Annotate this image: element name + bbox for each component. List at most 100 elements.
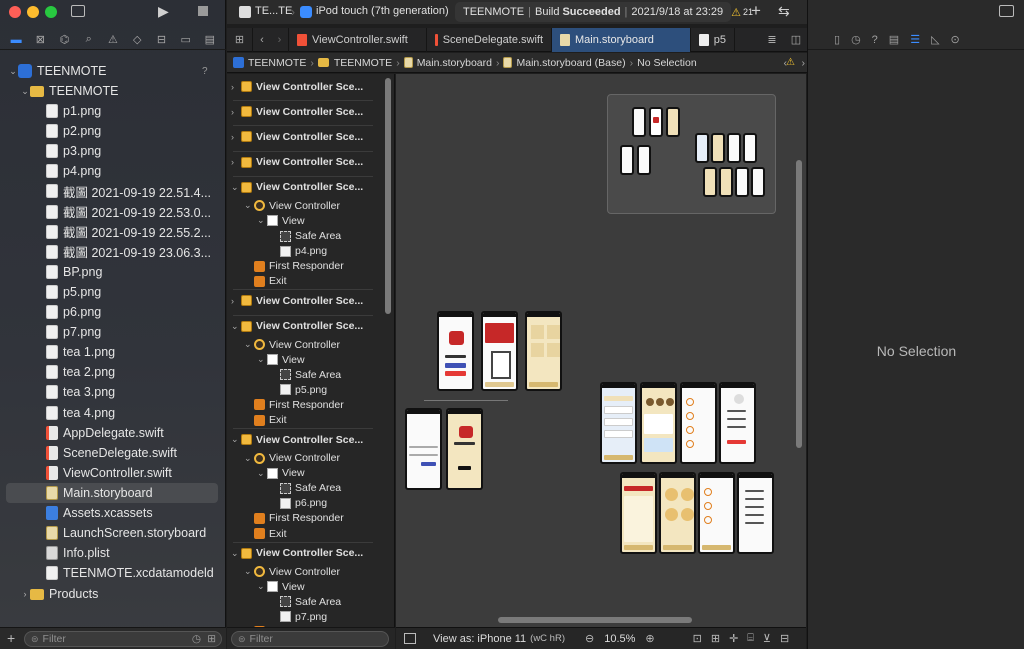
jump-localization[interactable]: Main.storyboard (Base) — [516, 57, 625, 69]
zoom-window-button[interactable] — [45, 6, 57, 18]
chevron-down-icon[interactable]: ⌄ — [257, 468, 267, 479]
zoom-out-icon[interactable]: ⊖ — [585, 632, 594, 645]
scene-tea-4[interactable] — [737, 472, 774, 554]
file-item[interactable]: AppDelegate.swift — [0, 423, 226, 443]
scene-tea-3[interactable] — [698, 472, 735, 554]
canvas-overview[interactable] — [607, 94, 776, 214]
file-item[interactable]: p1.png — [0, 101, 226, 121]
stop-button[interactable] — [198, 6, 208, 16]
folder-icon[interactable]: ▬ — [10, 34, 22, 46]
chevron-down-icon[interactable]: ⌄ — [8, 66, 18, 77]
stack-icon[interactable]: ⊞ — [711, 632, 720, 645]
jump-file[interactable]: Main.storyboard — [417, 57, 492, 69]
outline-filter-input[interactable]: ⊜ Filter — [231, 631, 389, 647]
chevron-down-icon[interactable]: ⌄ — [231, 434, 241, 445]
scene-tea-menu[interactable] — [640, 382, 677, 464]
view-as-label[interactable]: View as: iPhone 11 — [433, 633, 526, 645]
outline-view-controller[interactable]: ⌄ View Controller — [244, 337, 340, 352]
history-icon[interactable]: ◷ — [851, 33, 861, 46]
chevron-right-icon[interactable]: › — [231, 107, 241, 117]
embed-icon[interactable]: ⊟ — [780, 632, 789, 645]
pin-icon[interactable]: ⌸ — [747, 632, 754, 645]
recent-icon[interactable]: ◷ — [192, 633, 201, 645]
chevron-down-icon[interactable]: ⌄ — [231, 182, 241, 193]
file-item[interactable]: tea 2.png — [0, 362, 226, 382]
outline-scene[interactable]: › View Controller Sce... — [231, 129, 363, 144]
file-item[interactable]: p6.png — [0, 302, 226, 322]
outline-view[interactable]: ⌄ View — [257, 213, 305, 228]
file-item[interactable]: Main.storyboard — [6, 482, 218, 503]
outline-view-controller[interactable]: ⌄ View Controller — [244, 198, 340, 213]
chevron-down-icon[interactable]: ⌄ — [244, 339, 254, 350]
report-icon[interactable]: ▤ — [204, 34, 216, 46]
chevron-down-icon[interactable]: ⌄ — [20, 86, 30, 97]
file-item[interactable]: TEENMOTE.xcdatamodeld — [0, 563, 226, 583]
tab-scenedelegate-swift[interactable]: SceneDelegate.swift — [427, 27, 552, 52]
scene-teenmote[interactable] — [446, 408, 483, 490]
jump-project[interactable]: TEENMOTE — [248, 57, 306, 69]
device-selector[interactable]: iPod touch (7th generation) — [316, 5, 449, 17]
outline-scene[interactable]: › View Controller Sce... — [231, 79, 363, 94]
scene-tea-2[interactable] — [659, 472, 696, 554]
jump-selection[interactable]: No Selection — [637, 57, 697, 69]
file-item[interactable]: 截圖 2021-09-19 23.06.3... — [0, 242, 226, 262]
chevron-right-icon[interactable]: › — [231, 132, 241, 142]
outline-scene[interactable]: ⌄ View Controller Sce... — [231, 432, 363, 447]
file-item[interactable]: Assets.xcassets — [0, 503, 226, 523]
outline-first-responder[interactable]: First Responder — [244, 259, 344, 274]
outline-scene[interactable]: › View Controller Sce... — [231, 155, 363, 170]
scene-list[interactable] — [600, 382, 637, 464]
chevron-right-icon[interactable]: › — [231, 82, 241, 92]
find-icon[interactable]: ⌕ — [83, 33, 95, 46]
outline-safe-area[interactable]: Safe Area — [270, 594, 341, 609]
next-issue-icon[interactable]: › — [802, 57, 806, 69]
group-teenmote[interactable]: ⌄ TEENMOTE — [0, 81, 226, 101]
grid-icon[interactable]: ⊞ — [227, 27, 253, 52]
minimize-window-button[interactable] — [27, 6, 39, 18]
scene-login[interactable] — [405, 408, 442, 490]
outline-exit[interactable]: Exit — [244, 526, 287, 541]
warning-icon[interactable]: ⚠ — [731, 6, 741, 19]
scheme-selector[interactable]: TE...TE — [255, 5, 292, 17]
outline-image[interactable]: p6.png — [270, 496, 327, 511]
sidebar-toggle-icon[interactable] — [71, 5, 85, 17]
canvas-horizontal-scrollbar[interactable] — [498, 617, 692, 623]
file-item[interactable]: 截圖 2021-09-19 22.53.0... — [0, 202, 226, 222]
chevron-right-icon[interactable]: › — [231, 296, 241, 306]
split-editor-icon[interactable]: ◫ — [785, 28, 807, 52]
file-item[interactable]: tea 3.png — [0, 382, 226, 402]
scene-settings[interactable] — [680, 382, 717, 464]
scene-launch[interactable] — [437, 311, 474, 391]
close-window-button[interactable] — [9, 6, 21, 18]
file-item[interactable]: 截圖 2021-09-19 22.51.4... — [0, 181, 226, 201]
tab-viewcontroller-swift[interactable]: ViewController.swift — [289, 27, 427, 52]
editor-options-icon[interactable]: ≣ — [759, 28, 785, 52]
chevron-down-icon[interactable]: ⌄ — [244, 566, 254, 577]
warning-icon[interactable]: ⚠ — [107, 34, 119, 46]
add-library-button[interactable]: + — [751, 1, 761, 21]
chevron-down-icon[interactable]: ⌄ — [257, 354, 267, 365]
outline-image[interactable]: p4.png — [270, 244, 327, 259]
identity-icon[interactable]: ▤ — [889, 33, 899, 46]
add-icon[interactable]: + — [7, 630, 15, 646]
run-button[interactable]: ▶ — [158, 3, 169, 20]
outline-view-controller[interactable]: ⌄ View Controller — [244, 564, 340, 579]
outline-image[interactable]: p7.png — [270, 609, 327, 624]
chevron-down-icon[interactable]: ⌄ — [231, 321, 241, 332]
align-icon[interactable]: ✛ — [729, 632, 738, 645]
file-item[interactable]: BP.png — [0, 262, 226, 282]
storyboard-canvas[interactable] — [396, 74, 806, 627]
outline-exit[interactable]: Exit — [244, 274, 287, 289]
chevron-right-icon[interactable]: › — [231, 157, 241, 167]
file-item[interactable]: p4.png — [0, 161, 226, 181]
chevron-down-icon[interactable]: ⌄ — [257, 215, 267, 226]
size-icon[interactable]: ◺ — [931, 33, 939, 46]
forward-icon[interactable]: › — [271, 27, 289, 52]
outline-exit[interactable]: Exit — [244, 413, 287, 428]
file-item[interactable]: Info.plist — [0, 543, 226, 563]
group-products[interactable]: › Products — [0, 584, 226, 604]
file-item[interactable]: p3.png — [0, 141, 226, 161]
file-item[interactable]: p7.png — [0, 322, 226, 342]
outline-safe-area[interactable]: Safe Area — [270, 367, 341, 382]
debug-icon[interactable]: ⊟ — [155, 34, 167, 46]
